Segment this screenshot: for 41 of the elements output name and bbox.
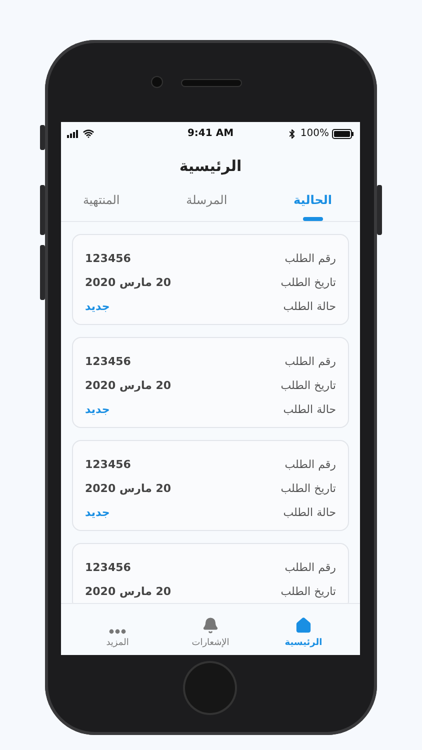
bell-icon <box>202 616 219 634</box>
status-value: جديد <box>85 506 110 518</box>
field-label: حالة الطلب <box>283 300 336 312</box>
nav-item[interactable]: الرئيسية <box>264 612 344 648</box>
status-time: 9:41 AM <box>187 128 234 139</box>
home-button[interactable] <box>185 663 235 713</box>
field-value: 123456 <box>85 252 131 264</box>
speaker <box>182 80 241 86</box>
wifi-icon <box>83 128 94 139</box>
status-value: جديد <box>85 300 110 312</box>
field-label: رقم الطلب <box>284 252 336 264</box>
field-label: تاريخ الطلب <box>280 482 336 494</box>
field-value: 123456 <box>85 354 131 368</box>
field-label: تاريخ الطلب <box>280 378 336 392</box>
battery-icon <box>332 128 354 138</box>
tab[interactable]: الحالية <box>294 189 332 221</box>
page-title: الرئيسية <box>178 156 243 177</box>
field-value: 20 مارس 2020 <box>85 482 172 494</box>
field-label: رقم الطلب <box>284 458 336 470</box>
field-value: 20 مارس 2020 <box>85 276 172 288</box>
field-label: حالة الطلب <box>283 506 336 518</box>
nav-item[interactable]: الإشعارات <box>170 612 250 648</box>
tab[interactable]: المرسلة <box>186 189 228 221</box>
camera <box>152 77 162 87</box>
more-icon <box>109 628 126 634</box>
tab[interactable]: المنتهية <box>83 189 120 221</box>
bluetooth-icon <box>287 128 298 138</box>
field-label: رقم الطلب <box>284 560 336 574</box>
field-value: 20 مارس 2020 <box>85 378 172 392</box>
field-value: 123456 <box>85 560 131 574</box>
field-label: تاريخ الطلب <box>280 584 336 598</box>
field-value: 123456 <box>85 458 131 470</box>
nav-item[interactable]: المزيد <box>78 612 158 648</box>
signal-icon <box>67 130 80 138</box>
field-label: تاريخ الطلب <box>280 276 336 288</box>
battery-percent: 100% <box>300 128 329 139</box>
field-label: حالة الطلب <box>283 402 336 416</box>
field-value: 20 مارس 2020 <box>85 584 172 598</box>
status-value: جديد <box>85 402 110 416</box>
home-icon <box>295 616 312 634</box>
field-label: رقم الطلب <box>284 354 336 368</box>
